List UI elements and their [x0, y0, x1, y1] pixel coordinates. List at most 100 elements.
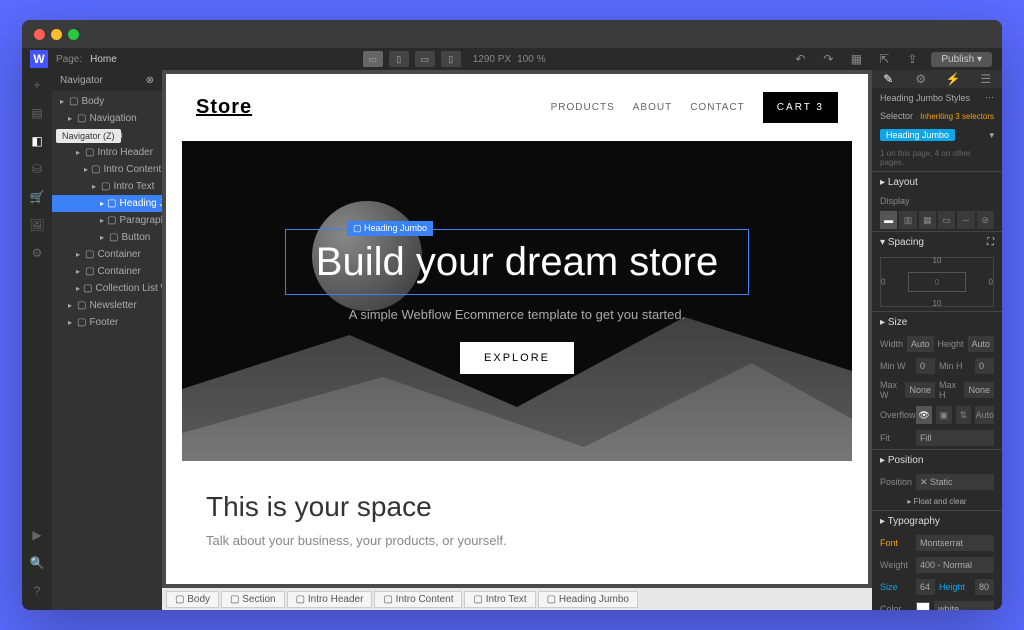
settings-icon[interactable]: ⚙ [28, 244, 46, 262]
assets-icon[interactable]: 🖼 [28, 216, 46, 234]
store-logo[interactable]: Store [196, 96, 252, 119]
more-icon[interactable]: ⋯ [985, 92, 994, 103]
nav-item-paragraph-bigge[interactable]: ▸▢Paragraph Bigge [52, 212, 162, 229]
hero-subheading[interactable]: A simple Webflow Ecommerce template to g… [349, 307, 685, 322]
section-heading[interactable]: This is your space [206, 491, 828, 523]
float-clear[interactable]: ▸ Float and clear [907, 497, 966, 506]
breadcrumb-item[interactable]: ▢ Intro Header [287, 591, 373, 608]
color-swatch[interactable] [916, 602, 930, 610]
lineheight-input[interactable]: 80 [975, 579, 994, 595]
spacing-editor[interactable]: 10 10 0 0 0 [880, 257, 994, 307]
height-input[interactable]: Auto [968, 336, 995, 352]
cart-button[interactable]: CART 3 [763, 92, 838, 123]
display-block-icon[interactable]: ▬ [880, 211, 897, 229]
nav-item-footer[interactable]: ▸▢Footer [52, 314, 162, 331]
publish-button[interactable]: Publish ▾ [931, 52, 992, 67]
breadcrumb-item[interactable]: ▢ Section [221, 591, 285, 608]
nav-item-container[interactable]: ▸▢Container [52, 246, 162, 263]
display-inline-icon[interactable]: ─ [957, 211, 974, 229]
fontsize-input[interactable]: 64 [916, 579, 935, 595]
maxw-input[interactable]: None [905, 382, 935, 398]
spacing-expand-icon[interactable]: ⛶ [987, 237, 994, 248]
breadcrumb-item[interactable]: ▢ Intro Content [374, 591, 462, 608]
cms-icon[interactable]: ⛁ [28, 160, 46, 178]
breadcrumb-item[interactable]: ▢ Intro Text [464, 591, 535, 608]
selector-dropdown-icon[interactable]: ▾ [989, 130, 994, 141]
fit-input[interactable]: Fill [916, 430, 994, 446]
device-mobile-icon[interactable]: ▯ [441, 51, 461, 67]
spacing-section[interactable]: Spacing [888, 237, 924, 248]
breadcrumb-item[interactable]: ▢ Body [166, 591, 219, 608]
display-grid-icon[interactable]: ▦ [919, 211, 936, 229]
display-flex-icon[interactable]: ▥ [899, 211, 916, 229]
device-mobile-landscape-icon[interactable]: ▭ [415, 51, 435, 67]
size-section[interactable]: Size [888, 317, 907, 328]
page-name[interactable]: Home [90, 54, 117, 65]
nav-item-collection-list-wrapper[interactable]: ▸▢Collection List Wrapper [52, 280, 162, 297]
position-input[interactable]: ✕ Static [916, 474, 994, 490]
undo-icon[interactable]: ↶ [791, 50, 809, 68]
settings-tab-icon[interactable]: ⚙ [912, 70, 930, 88]
canvas-page[interactable]: Store PRODUCTS ABOUT CONTACT CART 3 ▢ He… [166, 74, 868, 584]
nav-item-navigation[interactable]: ▸▢Navigation [52, 110, 162, 127]
maximize-icon[interactable] [68, 29, 79, 40]
export-icon[interactable]: ⇱ [875, 50, 893, 68]
webflow-logo[interactable]: W [30, 50, 48, 68]
preview-icon[interactable]: ▦ [847, 50, 865, 68]
video-icon[interactable]: ▶ [28, 526, 46, 544]
device-desktop-icon[interactable]: ▭ [363, 51, 383, 67]
typography-section[interactable]: Typography [888, 516, 940, 527]
nav-item-intro-text[interactable]: ▸▢Intro Text [52, 178, 162, 195]
display-none-icon[interactable]: ⊘ [977, 211, 994, 229]
nav-item-newsletter[interactable]: ▸▢Newsletter [52, 297, 162, 314]
help-icon[interactable]: ? [28, 582, 46, 600]
nav-link-about[interactable]: ABOUT [633, 102, 672, 113]
selection-label[interactable]: ▢ Heading Jumbo [347, 221, 433, 236]
device-tablet-icon[interactable]: ▯ [389, 51, 409, 67]
nav-item-button[interactable]: ▸▢Button [52, 229, 162, 246]
add-element-icon[interactable]: + [28, 76, 46, 94]
maxh-input[interactable]: None [964, 382, 994, 398]
explore-button[interactable]: EXPLORE [460, 342, 574, 374]
nav-item-container[interactable]: ▸▢Container [52, 263, 162, 280]
minw-input[interactable]: 0 [916, 358, 935, 374]
close-icon[interactable] [34, 29, 45, 40]
heading-jumbo[interactable]: Build your dream store [285, 229, 749, 295]
nav-item-body[interactable]: ▸▢Body [52, 93, 162, 110]
nav-item-intro-content[interactable]: ▸▢Intro Content [52, 161, 162, 178]
font-input[interactable]: Montserrat [916, 535, 994, 551]
weight-input[interactable]: 400 - Normal [916, 557, 994, 573]
nav-item-heading-jumbo[interactable]: ▸▢Heading Jumbo [52, 195, 162, 212]
navigator-close-icon[interactable]: ⊗ [146, 75, 154, 86]
position-section[interactable]: Position [888, 455, 924, 466]
overflow-auto-icon[interactable]: Auto [975, 406, 994, 424]
navigator-icon[interactable]: ◧ [28, 132, 46, 150]
ecommerce-icon[interactable]: 🛒 [28, 188, 46, 206]
margin-top[interactable]: 10 [933, 256, 942, 265]
element-tab-icon[interactable]: ☰ [977, 70, 995, 88]
pages-icon[interactable]: ▤ [28, 104, 46, 122]
nav-item-intro-header[interactable]: ▸▢Intro Header [52, 144, 162, 161]
section-paragraph[interactable]: Talk about your business, your products,… [206, 533, 828, 548]
redo-icon[interactable]: ↷ [819, 50, 837, 68]
breadcrumb-item[interactable]: ▢ Heading Jumbo [538, 591, 638, 608]
margin-bottom[interactable]: 10 [933, 299, 942, 308]
color-input[interactable]: white [934, 601, 994, 610]
margin-left[interactable]: 0 [881, 278, 885, 287]
selector-tag[interactable]: Heading Jumbo [880, 129, 955, 141]
style-tab-icon[interactable]: ✎ [879, 70, 897, 88]
share-icon[interactable]: ⇪ [903, 50, 921, 68]
minimize-icon[interactable] [51, 29, 62, 40]
nav-link-contact[interactable]: CONTACT [690, 102, 745, 113]
padding[interactable]: 0 [935, 278, 939, 287]
margin-right[interactable]: 0 [989, 278, 993, 287]
search-icon[interactable]: 🔍 [28, 554, 46, 572]
interactions-tab-icon[interactable]: ⚡ [944, 70, 962, 88]
display-inline-block-icon[interactable]: ▭ [938, 211, 955, 229]
width-input[interactable]: Auto [907, 336, 934, 352]
overflow-scroll-icon[interactable]: ⇅ [956, 406, 972, 424]
minh-input[interactable]: 0 [975, 358, 994, 374]
layout-section[interactable]: Layout [888, 177, 918, 188]
nav-link-products[interactable]: PRODUCTS [551, 102, 615, 113]
overflow-visible-icon[interactable]: 👁 [916, 406, 932, 424]
